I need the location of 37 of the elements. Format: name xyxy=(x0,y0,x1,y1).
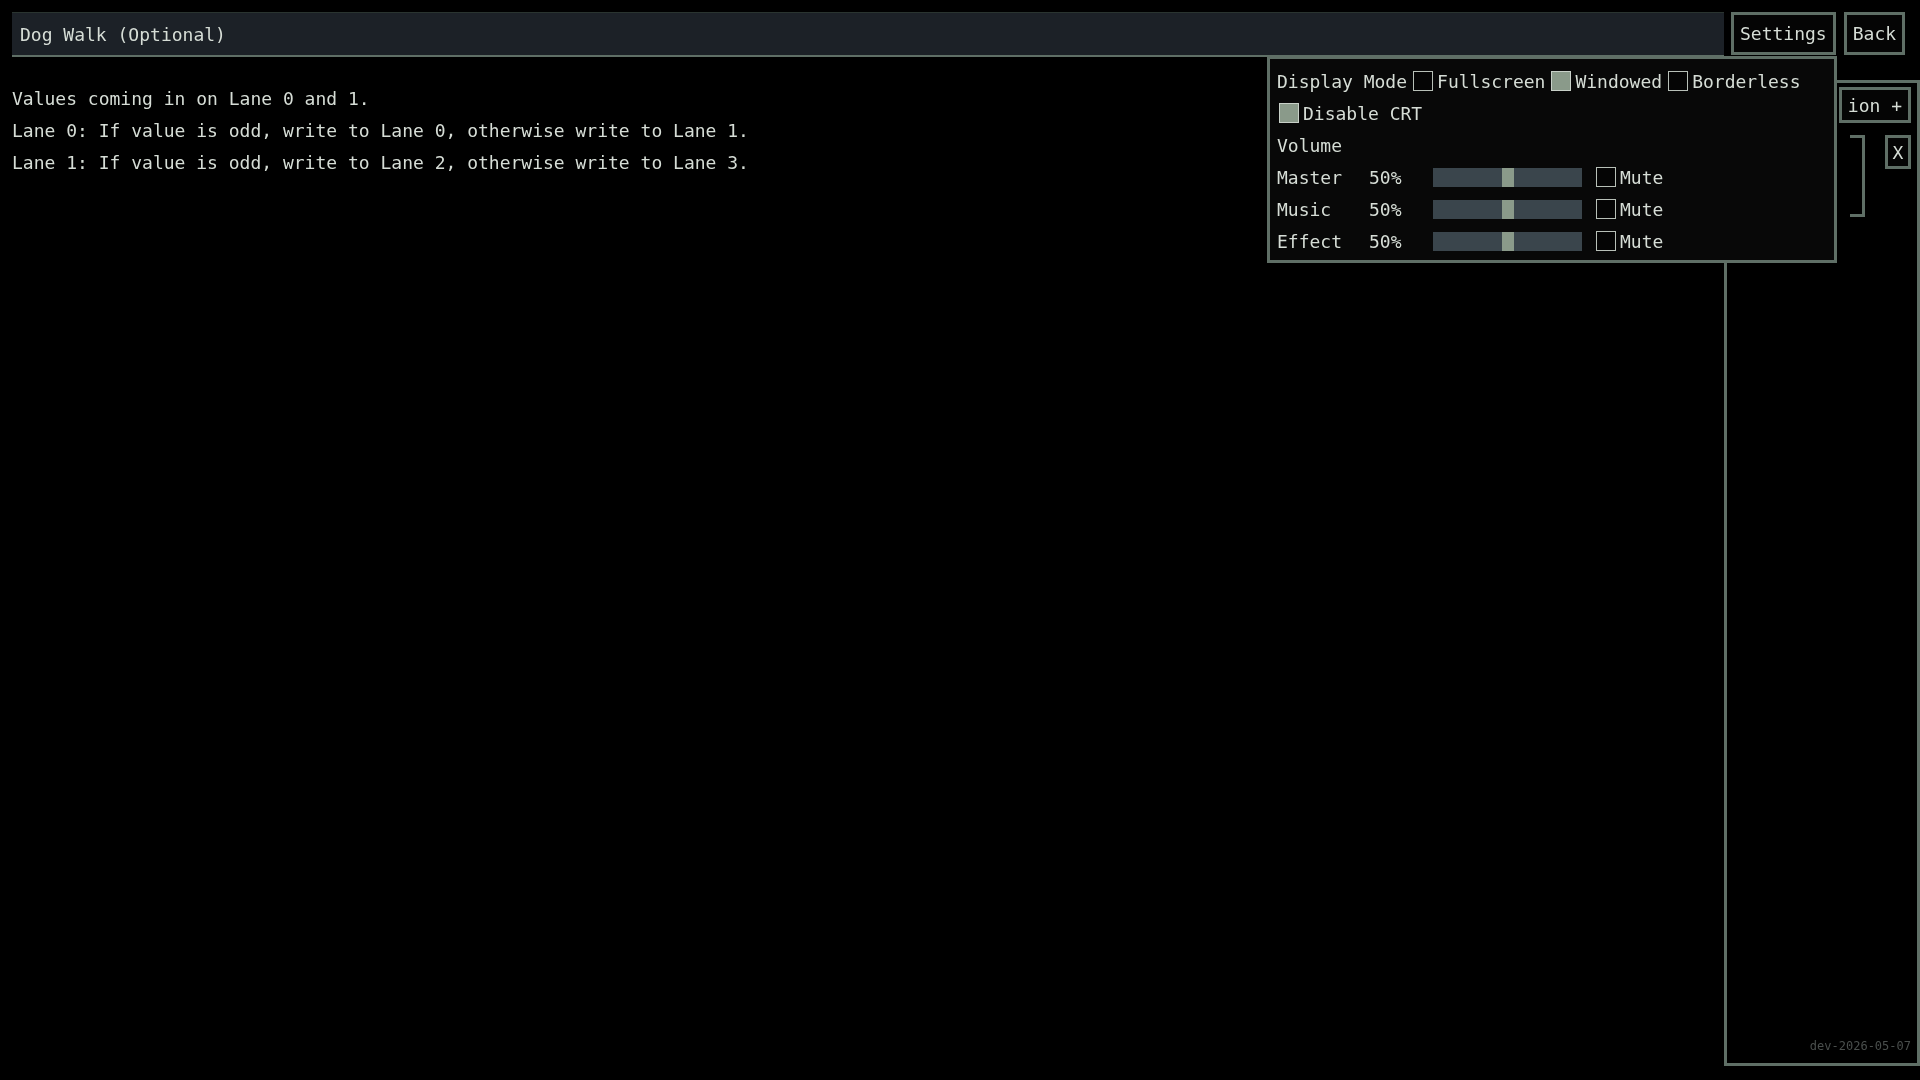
option-label: Windowed xyxy=(1575,70,1663,92)
slider-thumb[interactable] xyxy=(1501,167,1514,187)
slider-thumb[interactable] xyxy=(1501,231,1514,251)
display-mode-checkbox[interactable] xyxy=(1668,71,1689,91)
display-mode-checkbox[interactable] xyxy=(1413,71,1434,91)
description-text: Values coming in on Lane 0 and 1. xyxy=(12,87,370,111)
volume-reading: 50% xyxy=(1369,230,1403,252)
description-text: Lane 1: If value is odd, write to Lane 2, otherwise write to Lane 3. xyxy=(12,151,749,175)
display-mode-checkbox[interactable] xyxy=(1551,71,1572,91)
display-mode-label: Display Mode xyxy=(1277,70,1408,92)
volume-reading: 50% xyxy=(1369,198,1403,220)
slider-thumb[interactable] xyxy=(1501,199,1514,219)
option-label: Borderless xyxy=(1692,70,1801,92)
option-label: Disable CRT xyxy=(1303,102,1423,124)
volume-slider[interactable] xyxy=(1433,167,1582,187)
volume-slider[interactable] xyxy=(1433,231,1582,251)
volume-slider[interactable] xyxy=(1433,199,1582,219)
add-button[interactable]: ion + xyxy=(1838,87,1911,123)
mute-label: Mute xyxy=(1620,230,1664,252)
mute-label: Mute xyxy=(1620,198,1664,220)
channel-name: Master xyxy=(1277,166,1344,188)
volume-heading: Volume xyxy=(1277,134,1343,156)
volume-reading: 50% xyxy=(1369,166,1403,188)
channel-name: Music xyxy=(1277,198,1333,220)
option-label: Fullscreen xyxy=(1437,70,1546,92)
version-text: dev-2026-05-07 xyxy=(1809,1039,1911,1053)
channel-name: Effect xyxy=(1277,230,1344,252)
header-button[interactable]: Settings xyxy=(1731,12,1836,55)
mute-label: Mute xyxy=(1620,166,1664,188)
description-text: Lane 0: If value is odd, write to Lane 0, otherwise write to Lane 1. xyxy=(12,119,749,143)
mute-checkbox[interactable] xyxy=(1596,167,1616,187)
mute-checkbox[interactable] xyxy=(1596,231,1616,251)
crt-checkbox[interactable] xyxy=(1279,103,1299,123)
window-title: Dog Walk (Optional) xyxy=(20,23,226,45)
header-button[interactable]: Back xyxy=(1843,12,1906,55)
remove-button[interactable]: X xyxy=(1885,135,1911,169)
mute-checkbox[interactable] xyxy=(1596,199,1616,219)
